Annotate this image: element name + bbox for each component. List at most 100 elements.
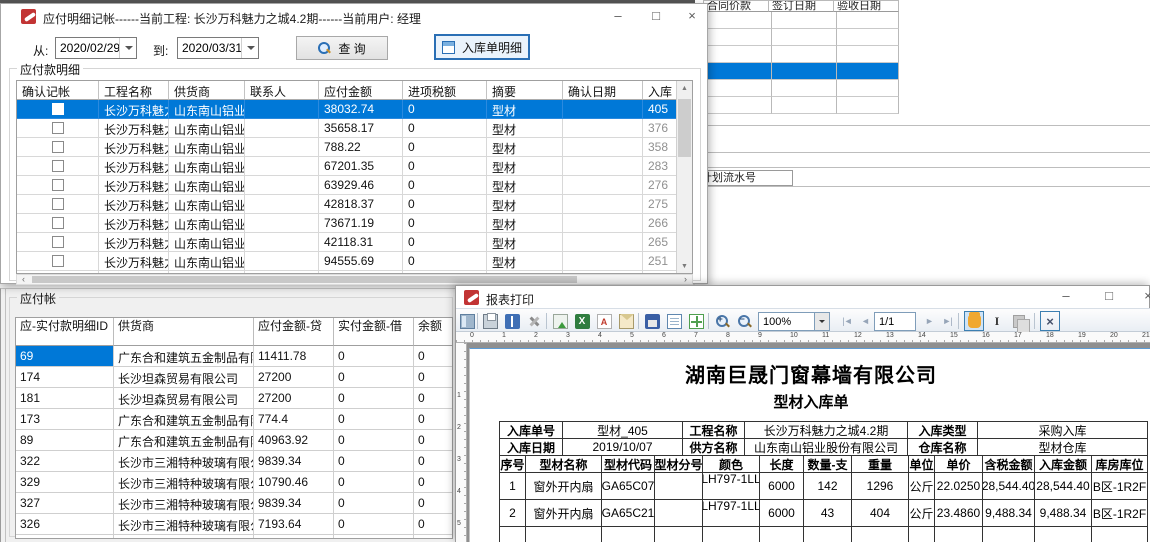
next-page-icon[interactable]: ► — [920, 312, 938, 330]
export-pdf-icon[interactable]: A — [595, 312, 613, 330]
payable-row[interactable]: 长沙万科魅力...山东南山铝业...94555.690型材251 — [17, 252, 692, 271]
scroll-right-icon[interactable]: › — [679, 275, 692, 284]
confirm-checkbox[interactable] — [52, 255, 64, 267]
contracts-row[interactable] — [704, 29, 899, 46]
column-header[interactable]: 供货商 — [169, 81, 245, 100]
payables-row[interactable]: 326长沙市三湘特种玻璃有限公司7193.6400 — [16, 514, 452, 535]
minimize-button[interactable]: – — [605, 7, 631, 25]
last-page-icon[interactable]: ►| — [938, 312, 956, 330]
column-header[interactable]: 应付金额 — [319, 81, 403, 100]
scroll-up-icon[interactable]: ▲ — [677, 81, 692, 97]
text-select-button[interactable]: I — [987, 311, 1007, 331]
print-icon[interactable] — [481, 312, 499, 330]
contracts-row[interactable] — [704, 63, 899, 80]
close-button[interactable]: × — [679, 7, 705, 25]
chevron-down-icon[interactable] — [119, 38, 136, 58]
stock-detail-button[interactable]: 入库单明细 — [434, 34, 530, 60]
preview-area[interactable]: 12345 湖南巨晟门窗幕墙有限公司 型材入库单 入库单号型材_405工程名称长… — [456, 343, 1150, 542]
copy-button[interactable] — [1009, 311, 1029, 331]
payables-row[interactable]: 322长沙市三湘特种玻璃有限公司9839.3400 — [16, 451, 452, 472]
confirm-checkbox[interactable] — [52, 122, 64, 134]
payable-row[interactable]: 长沙万科魅力...山东南山铝业...63929.460型材276 — [17, 176, 692, 195]
column-header[interactable]: 余额 — [414, 318, 453, 346]
confirm-checkbox[interactable] — [52, 179, 64, 191]
maximize-button[interactable]: □ — [1096, 287, 1122, 305]
query-button[interactable]: 查 询 — [296, 36, 388, 60]
hand-tool-button[interactable] — [964, 311, 984, 331]
export-icon[interactable] — [551, 312, 569, 330]
contracts-row[interactable] — [704, 46, 899, 63]
scrollbar-thumb[interactable] — [32, 276, 577, 283]
page-number-box[interactable]: 1/1 — [874, 312, 916, 331]
scroll-left-icon[interactable]: ‹ — [17, 275, 30, 284]
payables-row[interactable]: 174长沙坦森贸易有限公司2720000 — [16, 367, 452, 388]
payable-row[interactable]: 长沙万科魅力...山东南山铝业...42118.310型材265 — [17, 233, 692, 252]
chevron-down-icon[interactable] — [241, 38, 258, 58]
plan-serial-field[interactable]: 计划流水号 — [698, 170, 793, 186]
to-date-combo[interactable]: 2020/03/31 — [177, 37, 259, 59]
prev-page-icon[interactable]: ◄ — [856, 312, 874, 330]
payable-row[interactable]: 长沙万科魅力...山东南山铝业...35658.170型材376 — [17, 119, 692, 138]
column-header[interactable]: 摘要 — [487, 81, 563, 100]
confirm-checkbox[interactable] — [52, 160, 64, 172]
column-header[interactable]: 进项税额 — [403, 81, 487, 100]
payables-row[interactable]: 329长沙市三湘特种玻璃有限公司10790.4600 — [16, 472, 452, 493]
from-date-combo[interactable]: 2020/02/29 — [55, 37, 137, 59]
confirm-checkbox[interactable] — [52, 103, 64, 115]
payable-row[interactable]: 长沙万科魅力...山东南山铝业...38032.740型材405 — [17, 100, 692, 119]
zoom-in-icon[interactable]: + — [713, 312, 731, 330]
report-window-titlebar[interactable]: 报表打印 – □ × — [456, 286, 1149, 308]
column-header[interactable]: 验收日期 — [834, 1, 899, 12]
maximize-button[interactable]: □ — [643, 7, 669, 25]
contracts-row[interactable] — [704, 80, 899, 97]
zoom-combo[interactable]: 100% — [758, 312, 830, 331]
chevron-down-icon[interactable] — [814, 313, 829, 330]
first-page-icon[interactable]: |◄ — [838, 312, 856, 330]
zoom-out-icon[interactable]: − — [735, 312, 753, 330]
confirm-checkbox[interactable] — [52, 236, 64, 248]
payable-row[interactable]: 长沙万科魅力...山东南山铝业...73671.190型材266 — [17, 214, 692, 233]
save-icon[interactable] — [643, 312, 661, 330]
single-page-view-icon[interactable] — [665, 312, 683, 330]
horizontal-scrollbar[interactable]: ‹ › — [16, 274, 693, 285]
contracts-row[interactable] — [704, 97, 899, 114]
send-mail-icon[interactable] — [617, 312, 635, 330]
column-header[interactable]: 合同价款 — [704, 1, 769, 12]
panel-toggle-icon[interactable] — [458, 312, 476, 330]
column-header[interactable]: 应付金额-贷 — [254, 318, 334, 346]
payables-row[interactable]: 327长沙市三湘特种玻璃有限公司9839.3400 — [16, 493, 452, 514]
column-header[interactable]: 联系人 — [245, 81, 319, 100]
payables-row[interactable]: 长沙市三湘特种玻璃有限公司 — [16, 535, 452, 539]
payable-window-titlebar[interactable]: 应付明细记帐------当前工程: 长沙万科魅力之城4.2期------当前用户… — [1, 4, 707, 28]
column-header[interactable]: 应-实付款明细ID — [16, 318, 114, 346]
payable-row[interactable]: 长沙万科魅力...山东南山铝业...788.220型材358 — [17, 138, 692, 157]
column-header[interactable]: 实付金额-借 — [334, 318, 414, 346]
contracts-row[interactable] — [704, 12, 899, 29]
payables-row[interactable]: 173广东合和建筑五金制品有限公司774.400 — [16, 409, 452, 430]
payables-row[interactable]: 181长沙坦森贸易有限公司2720000 — [16, 388, 452, 409]
confirm-checkbox[interactable] — [52, 141, 64, 153]
minimize-button[interactable]: – — [1053, 287, 1079, 305]
payables-row[interactable]: 89广东合和建筑五金制品有限公司40963.9200 — [16, 430, 452, 451]
page-setup-icon[interactable] — [503, 312, 521, 330]
multi-page-view-icon[interactable] — [687, 312, 705, 330]
column-header[interactable]: 签订日期 — [769, 1, 834, 12]
confirm-checkbox[interactable] — [52, 198, 64, 210]
contracts-table[interactable]: 合同价款签订日期验收日期 — [703, 0, 899, 114]
export-excel-icon[interactable]: X — [573, 312, 591, 330]
payable-row[interactable]: 长沙万科魅力...山东南山铝业...67201.350型材283 — [17, 157, 692, 176]
close-button[interactable]: × — [1135, 287, 1150, 305]
scrollbar-thumb[interactable] — [678, 99, 691, 157]
column-header[interactable]: 确认记帐 — [17, 81, 99, 100]
vertical-scrollbar[interactable]: ▲ ▼ — [676, 81, 692, 274]
properties-icon[interactable] — [525, 312, 543, 330]
column-header[interactable]: 入库 — [643, 81, 678, 100]
payables-row[interactable]: 69广东合和建筑五金制品有限公司11411.7800 — [16, 346, 452, 367]
column-header[interactable]: 确认日期 — [563, 81, 643, 100]
confirm-checkbox[interactable] — [52, 217, 64, 229]
scroll-down-icon[interactable]: ▼ — [677, 259, 692, 274]
column-header[interactable]: 供货商 — [114, 318, 254, 346]
close-preview-button[interactable]: × — [1040, 311, 1060, 331]
column-header[interactable]: 工程名称 — [99, 81, 169, 100]
payable-row[interactable]: 长沙万科魅力...山东南山铝业...42818.370型材275 — [17, 195, 692, 214]
